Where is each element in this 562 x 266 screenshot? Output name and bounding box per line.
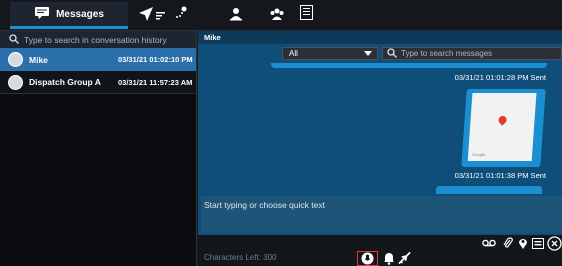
compose-placeholder: Start typing or choose quick text (204, 200, 325, 210)
compose-footer: Characters Left: 300 (198, 251, 562, 266)
sort-icon[interactable] (156, 10, 166, 22)
route-icon[interactable] (174, 6, 188, 22)
compose-toolbar (198, 235, 562, 251)
conversation-name: Mike (29, 54, 48, 65)
paperclip-icon[interactable] (501, 236, 515, 250)
compose-input[interactable]: Start typing or choose quick text (201, 196, 562, 233)
map-watermark: Google (471, 152, 486, 157)
message-search-input[interactable]: Type to search messages (382, 47, 562, 60)
search-icon (387, 47, 397, 60)
message-bubble (271, 63, 547, 68)
message-meta: 03/31/21 01:01:28 PM Sent (454, 73, 546, 82)
conversation-item-mike[interactable]: Mike 03/31/21 01:02:10 PM (0, 48, 196, 71)
message-meta: 03/31/21 01:01:38 PM Sent (454, 171, 546, 180)
conversation-search[interactable]: Type to search in conversation history (0, 31, 196, 48)
microphone-icon (361, 252, 374, 265)
message-filter-select[interactable]: All (282, 47, 378, 60)
location-arrow-icon[interactable] (138, 6, 154, 24)
conversation-search-placeholder: Type to search in conversation history (24, 34, 167, 45)
quick-text-icon[interactable] (531, 236, 545, 250)
conversation-item-dispatch-group-a[interactable]: Dispatch Group A 03/31/21 11:57:23 AM (0, 71, 196, 94)
messages-tab[interactable]: Messages (10, 2, 128, 29)
chevron-down-icon (364, 51, 372, 56)
chat-panel: Mike All Type to search messages 03/31/2… (198, 31, 562, 266)
conversation-time: 03/31/21 11:57:23 AM (118, 77, 193, 87)
avatar (8, 74, 23, 90)
person-badge-icon[interactable] (229, 7, 243, 23)
messages-tab-label: Messages (56, 8, 104, 20)
conversation-time: 03/31/21 01:02:10 PM (118, 55, 193, 64)
airplane-icon[interactable] (398, 251, 412, 265)
left-tab-group: Messages (0, 0, 197, 31)
close-icon[interactable] (547, 235, 562, 251)
chat-bubble-icon (34, 6, 50, 22)
image-message-bubble[interactable] (436, 186, 542, 194)
conversation-name: Dispatch Group A (29, 77, 101, 87)
search-icon (9, 33, 19, 46)
top-bar: Messages (0, 0, 562, 31)
map-pin-icon (496, 114, 509, 126)
message-filter-row: All Type to search messages (198, 45, 562, 63)
filter-selected-value: All (289, 49, 298, 58)
list-icon[interactable] (300, 5, 313, 22)
avatar (8, 52, 23, 67)
location-message-bubble[interactable]: Google (461, 89, 546, 167)
conversation-panel: Type to search in conversation history M… (0, 31, 197, 266)
message-search-placeholder: Type to search messages (401, 49, 493, 58)
bell-icon[interactable] (382, 251, 396, 265)
chat-title: Mike (198, 31, 562, 44)
microphone-button[interactable] (357, 251, 378, 266)
characters-left: Characters Left: 300 (204, 253, 277, 262)
voicemail-icon[interactable] (482, 236, 496, 250)
map-thumbnail[interactable]: Google (467, 93, 537, 161)
group-icon[interactable] (269, 7, 285, 23)
location-pin-icon[interactable] (516, 236, 530, 250)
